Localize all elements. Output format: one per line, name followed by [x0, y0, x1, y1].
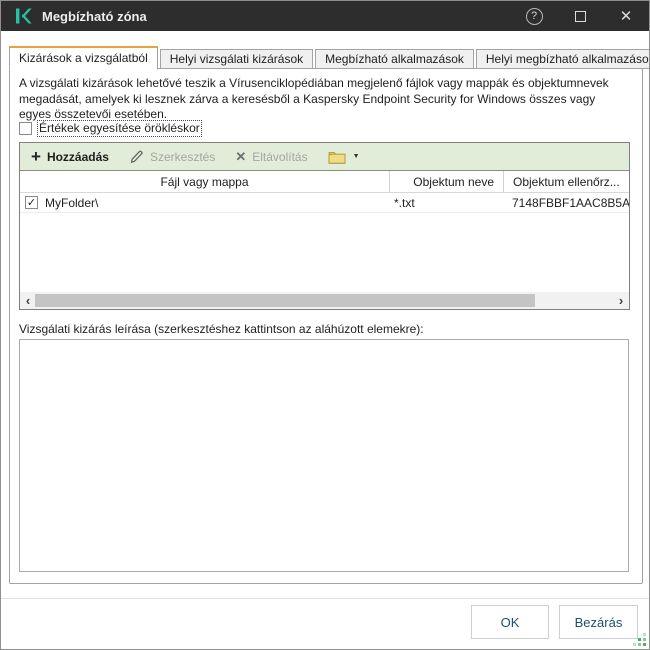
tab-local-scan-exclusions[interactable]: Helyi vizsgálati kizárások [160, 49, 313, 69]
close-button[interactable]: ✕ [603, 1, 649, 31]
table-empty-area [20, 213, 629, 292]
import-export-menu-button[interactable]: ▼ [328, 150, 360, 164]
table-row[interactable]: ✓ MyFolder\ *.txt 7148FBBF1AAC8B5A... [20, 193, 629, 213]
titlebar: Megbízható zóna ? ✕ [1, 1, 649, 31]
row-object-name-value: *.txt [389, 196, 503, 210]
chevron-down-icon: ▼ [353, 153, 360, 160]
horizontal-scrollbar[interactable]: ‹ › [20, 292, 629, 309]
tab-strip: Kizárások a vizsgálatból Helyi vizsgálat… [9, 46, 643, 69]
scroll-right-button[interactable]: › [613, 292, 629, 309]
edit-button-label: Szerkesztés [150, 150, 215, 164]
folder-icon [328, 150, 346, 164]
merge-values-checkbox-label: Értékek egyesítése örökléskor [38, 121, 201, 136]
scroll-right-icon: › [619, 293, 623, 308]
merge-values-checkbox[interactable]: Értékek egyesítése örökléskor [19, 121, 201, 136]
column-header-object-checksum[interactable]: Objektum ellenőrz... [503, 171, 629, 192]
plus-icon: + [31, 150, 41, 164]
close-icon: ✕ [620, 7, 633, 25]
panel-description: A vizsgálati kizárások lehetővé teszik a… [19, 76, 625, 123]
x-icon: ✕ [235, 149, 246, 165]
exclusions-list: + Hozzáadás Szerkesztés ✕ Eltávolítás [19, 142, 630, 310]
add-button-label: Hozzáadás [47, 150, 109, 164]
maximize-icon [575, 11, 586, 22]
scan-exclusions-panel: A vizsgálati kizárások lehetővé teszik a… [9, 68, 643, 584]
checkbox-checked-icon[interactable]: ✓ [25, 196, 38, 209]
table-header: Fájl vagy mappa Objektum neve Objektum e… [20, 171, 629, 193]
row-file-value: MyFolder\ [45, 196, 98, 210]
ok-button[interactable]: OK [471, 605, 549, 639]
list-toolbar: + Hozzáadás Szerkesztés ✕ Eltávolítás [20, 143, 629, 171]
scrollbar-thumb[interactable] [35, 294, 535, 307]
window-title: Megbízható zóna [42, 9, 147, 24]
row-file-cell: ✓ MyFolder\ [20, 196, 389, 210]
resize-grip[interactable] [634, 634, 646, 646]
row-object-checksum-value: 7148FBBF1AAC8B5A... [503, 196, 629, 210]
edit-button[interactable]: Szerkesztés [129, 149, 215, 164]
help-icon: ? [526, 8, 543, 25]
exclusion-description-editor[interactable] [19, 339, 629, 572]
scroll-left-icon: ‹ [26, 293, 30, 308]
maximize-button[interactable] [557, 1, 603, 31]
column-header-file[interactable]: Fájl vagy mappa [20, 171, 389, 192]
column-header-object-name[interactable]: Objektum neve [389, 171, 503, 192]
remove-button-label: Eltávolítás [252, 150, 307, 164]
close-dialog-button[interactable]: Bezárás [559, 605, 638, 639]
tab-trusted-applications[interactable]: Megbízható alkalmazások [315, 49, 474, 69]
help-button[interactable]: ? [511, 1, 557, 31]
tab-local-trusted-applications[interactable]: Helyi megbízható alkalmazások [476, 49, 650, 69]
remove-button[interactable]: ✕ Eltávolítás [235, 149, 307, 165]
checkbox-unchecked-icon [19, 122, 32, 135]
add-button[interactable]: + Hozzáadás [31, 150, 109, 164]
pencil-icon [129, 149, 144, 164]
titlebar-controls: ? ✕ [511, 1, 649, 31]
tab-scan-exclusions[interactable]: Kizárások a vizsgálatból [9, 46, 158, 70]
kaspersky-logo-icon [14, 7, 32, 25]
trusted-zone-dialog: Megbízható zóna ? ✕ Kizárások a vizsgála… [0, 0, 650, 650]
footer-divider [1, 598, 650, 599]
scroll-left-button[interactable]: ‹ [20, 292, 36, 309]
exclusion-description-label: Vizsgálati kizárás leírása (szerkesztésh… [19, 322, 424, 336]
